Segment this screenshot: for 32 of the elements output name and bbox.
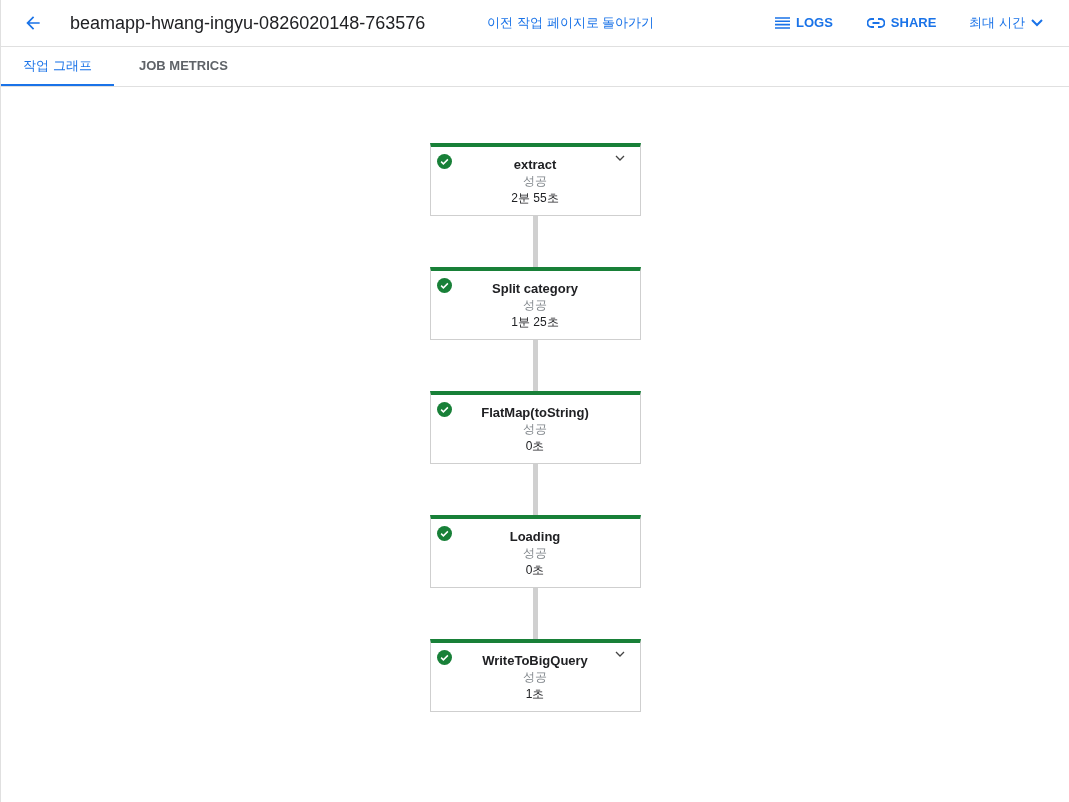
step-status: 성공 (523, 297, 547, 314)
step-status: 성공 (523, 421, 547, 438)
step-status: 성공 (523, 669, 547, 686)
pipeline-step-card[interactable]: Split category 성공 1분 25초 (429, 267, 641, 340)
step-name: Split category (492, 280, 578, 297)
pipeline-step-card[interactable]: FlatMap(toString) 성공 0초 (429, 391, 641, 464)
step-duration: 1분 25초 (511, 314, 559, 331)
pipeline-step-card[interactable]: extract 성공 2분 55초 (429, 143, 641, 216)
step-name: WriteToBigQuery (482, 652, 588, 669)
step-duration: 2분 55초 (511, 190, 559, 207)
step-name: extract (513, 156, 557, 173)
chevron-down-icon[interactable] (614, 651, 625, 657)
tab[interactable]: 작업 그래프 (1, 47, 114, 86)
job-title: beamapp-hwang-ingyu-0826020148-763576 (70, 11, 426, 35)
step-duration: 1초 (525, 686, 545, 703)
step-name: FlatMap(toString) (481, 404, 589, 421)
list-icon (775, 17, 790, 29)
step-duration: 0초 (525, 438, 545, 455)
time-range-dropdown[interactable]: 최대 시간 (969, 13, 1043, 33)
step-duration: 0초 (525, 562, 545, 579)
step-status: 성공 (523, 545, 547, 562)
chevron-down-icon (1031, 19, 1043, 27)
step-status: 성공 (523, 173, 547, 190)
tab[interactable]: JOB METRICS (114, 47, 253, 86)
chevron-down-icon[interactable] (614, 155, 625, 161)
step-name: Loading (509, 528, 561, 545)
pipeline-step-card[interactable]: WriteToBigQuery 성공 1초 (429, 639, 641, 712)
share-button[interactable]: SHARE (866, 13, 937, 33)
back-to-previous-link[interactable]: 이전 작업 페이지로 돌아가기 (487, 13, 655, 33)
link-icon (866, 18, 885, 28)
logs-button[interactable]: LOGS (775, 13, 833, 33)
pipeline-step-card[interactable]: Loading 성공 0초 (429, 515, 641, 588)
